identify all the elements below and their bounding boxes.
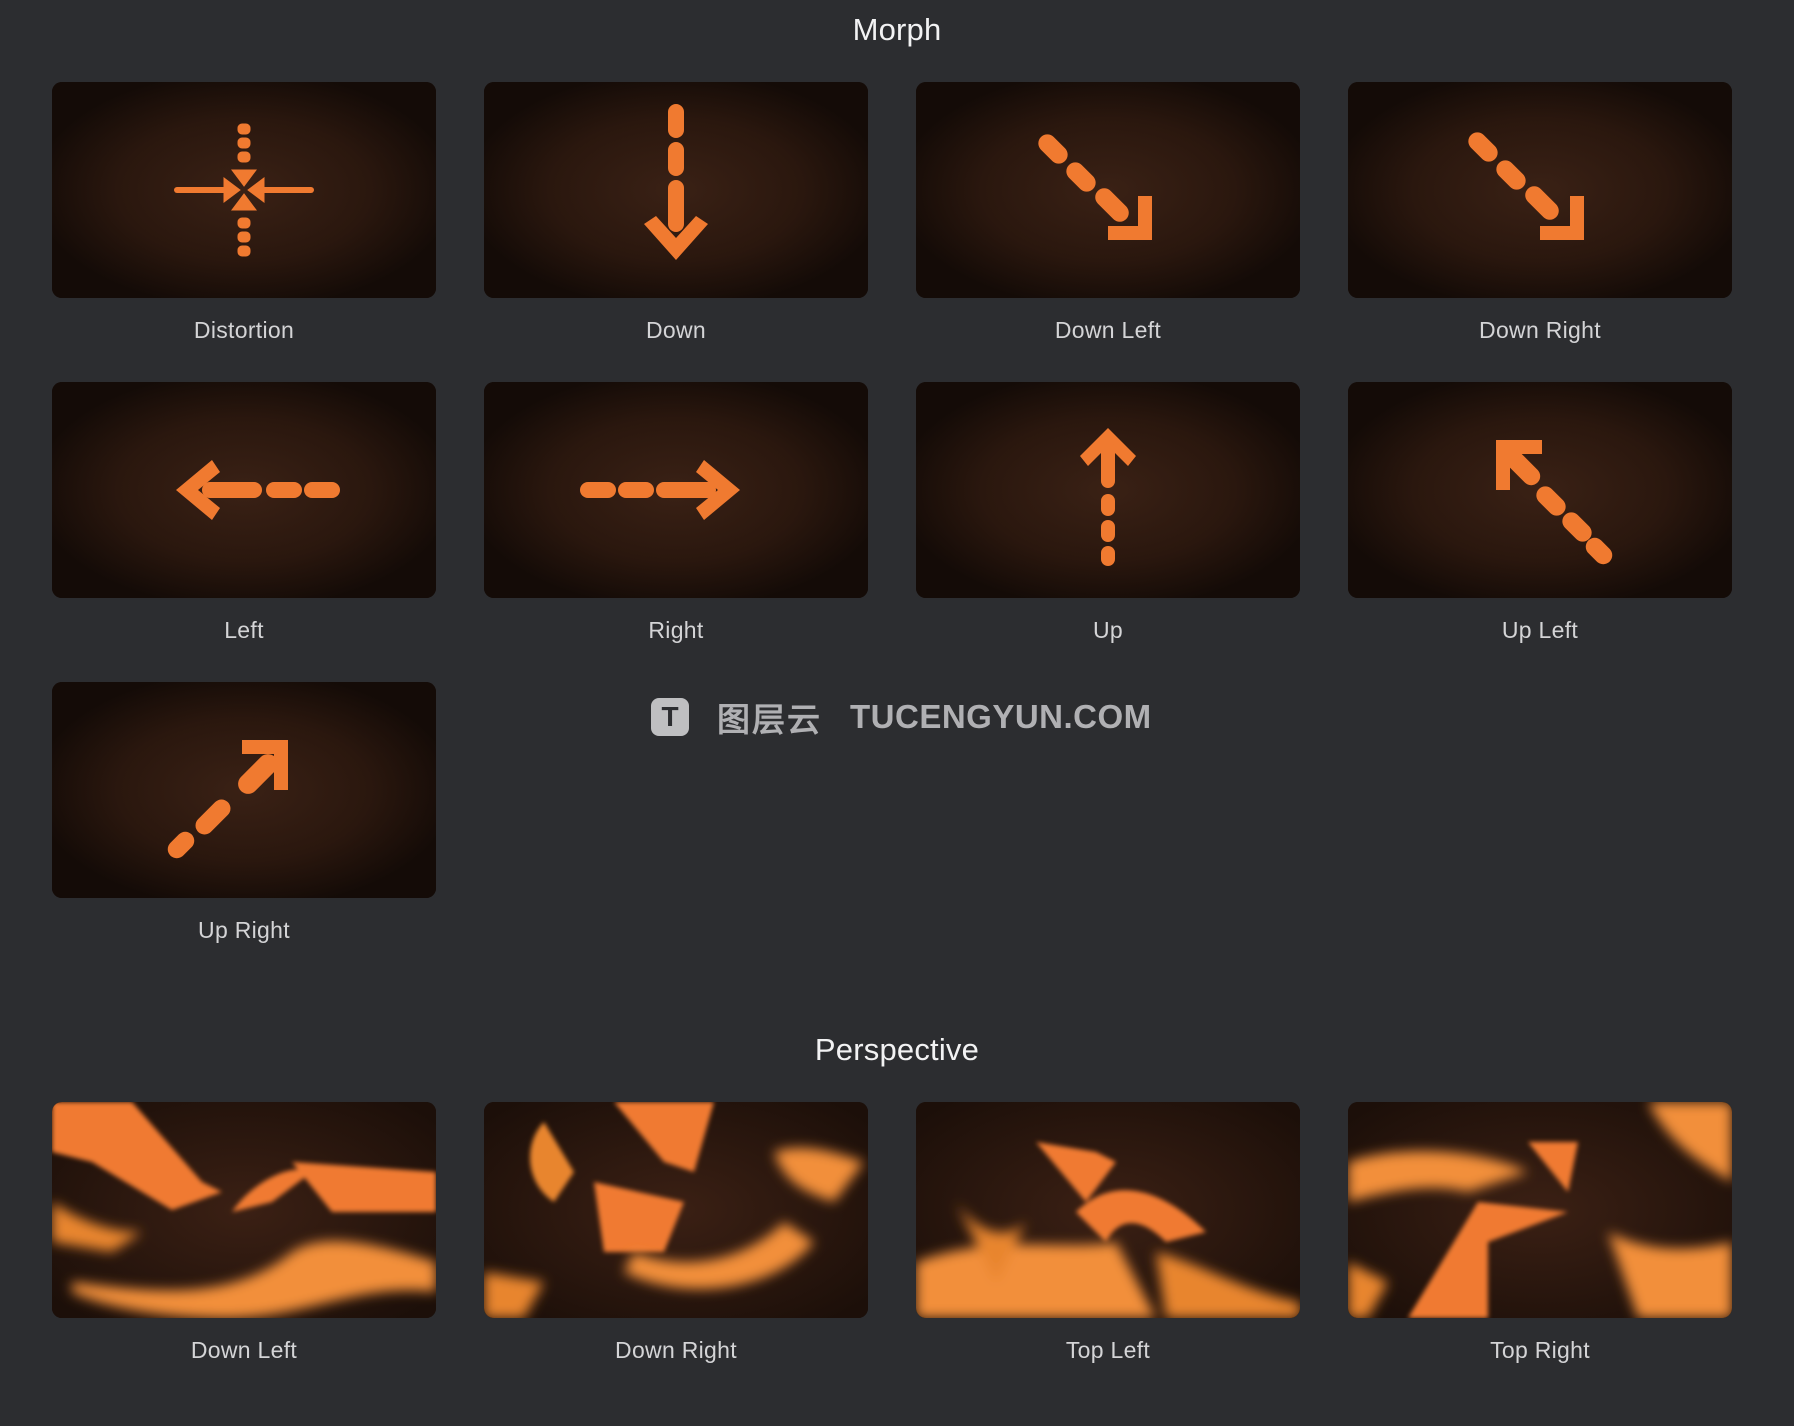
tile-label: Top Right <box>1490 1337 1590 1363</box>
thumbnail <box>1348 382 1732 598</box>
thumbnail <box>916 382 1300 598</box>
section-title-morph: Morph <box>852 12 942 47</box>
morph-tile-left[interactable]: Left <box>52 382 436 644</box>
tile-label: Up Right <box>198 917 290 943</box>
tile-label: Down Left <box>190 1337 298 1363</box>
perspective-tile-down-left[interactable]: Down Left <box>52 1102 436 1364</box>
thumbnail <box>916 82 1300 298</box>
section-title-perspective: Perspective <box>814 1032 980 1067</box>
thumbnail <box>1348 1102 1732 1318</box>
morph-tile-up-right[interactable]: Up Right <box>52 682 436 944</box>
thumbnail <box>52 82 436 298</box>
morph-tile-distortion[interactable]: Distortion <box>52 82 436 344</box>
watermark-cn-text: 图层云 <box>717 701 822 738</box>
thumbnail <box>52 1102 436 1318</box>
thumbnail <box>1348 82 1732 298</box>
thumbnail <box>916 1102 1300 1318</box>
tile-label: Left <box>224 617 264 643</box>
morph-tile-down-left[interactable]: Down Left <box>916 82 1300 344</box>
perspective-tile-top-right[interactable]: Top Right <box>1348 1102 1732 1364</box>
morph-tile-up-left[interactable]: Up Left <box>1348 382 1732 644</box>
watermark-logo-icon: T <box>651 698 689 736</box>
thumbnail <box>52 682 436 898</box>
tile-label: Down Right <box>1479 317 1601 343</box>
tile-label: Top Left <box>1065 1337 1151 1363</box>
tile-label: Down <box>645 317 706 343</box>
tile-label: Down Right <box>615 1337 737 1363</box>
perspective-tile-down-right[interactable]: Down Right <box>484 1102 868 1364</box>
morph-tile-down-right[interactable]: Down Right <box>1348 82 1732 344</box>
watermark-en-text: TUCENGYUN.COM <box>850 698 1152 735</box>
morph-tile-down[interactable]: Down <box>484 82 868 344</box>
tile-label: Down Left <box>1054 317 1162 343</box>
thumbnail <box>484 382 868 598</box>
perspective-tile-top-left[interactable]: Top Left <box>916 1102 1300 1364</box>
tile-label: Distortion <box>193 317 295 343</box>
tile-label: Up <box>1092 617 1123 643</box>
watermark: T 图层云 TUCENGYUN.COM <box>651 695 1152 739</box>
morph-tile-up[interactable]: Up <box>916 382 1300 644</box>
morph-tile-right[interactable]: Right <box>484 382 868 644</box>
thumbnail <box>484 82 868 298</box>
thumbnail <box>52 382 436 598</box>
thumbnail <box>484 1102 868 1318</box>
tile-label: Right <box>648 617 704 643</box>
tile-label: Up Left <box>1501 617 1579 643</box>
